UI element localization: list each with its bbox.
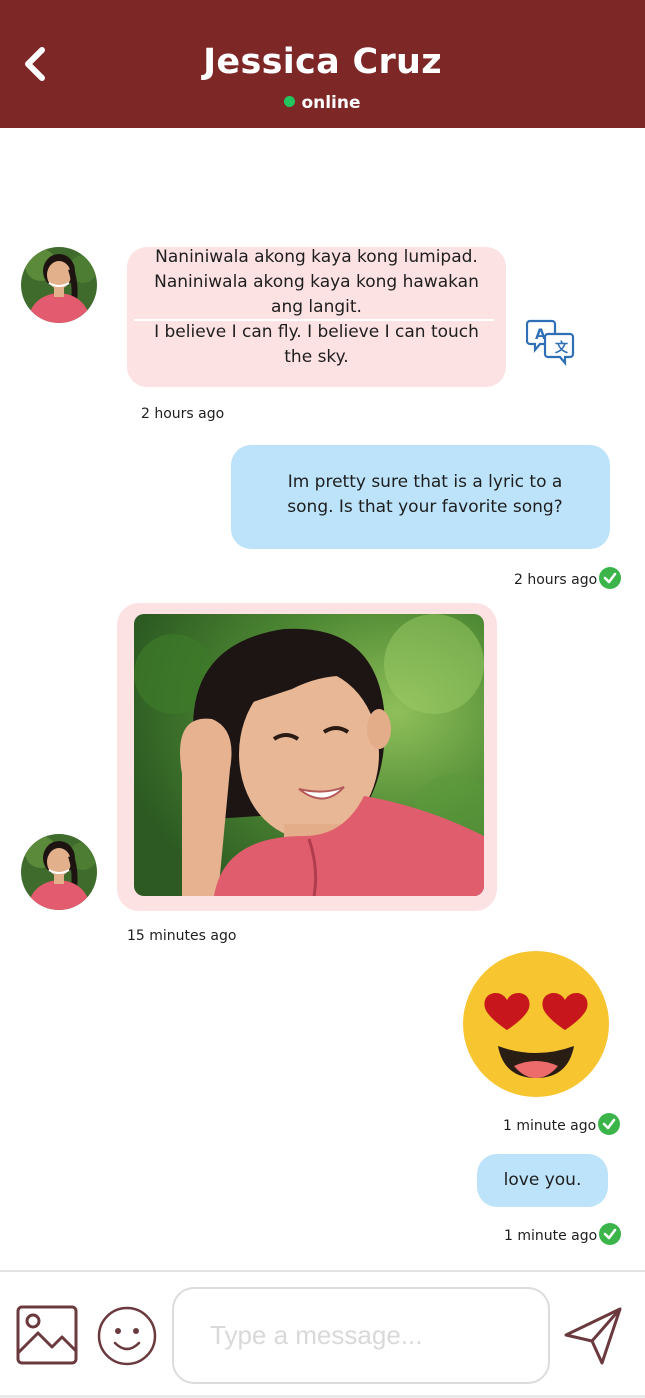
contact-avatar[interactable]	[21, 834, 97, 910]
emoji-button[interactable]	[97, 1306, 157, 1366]
send-button[interactable]	[562, 1305, 624, 1367]
send-icon	[564, 1307, 622, 1365]
outgoing-message-text: Im pretty sure that is a lyric to a song…	[287, 472, 563, 517]
online-dot-icon	[284, 96, 296, 107]
contact-avatar[interactable]	[21, 247, 97, 323]
outgoing-message-bubble[interactable]: Im pretty sure that is a lyric to a song…	[231, 445, 610, 549]
message-input[interactable]	[172, 1287, 550, 1384]
message-timestamp-row: 1 minute ago	[503, 1113, 621, 1135]
read-check-icon	[598, 1113, 621, 1135]
translate-icon: A 文	[525, 319, 575, 367]
message-timestamp: 2 hours ago	[514, 572, 598, 588]
attach-image-button[interactable]	[16, 1305, 78, 1367]
avatar-image	[21, 834, 97, 910]
heart-eyes-emoji-icon	[463, 951, 609, 1097]
contact-name[interactable]: Jessica Cruz	[0, 42, 645, 82]
message-timestamp: 2 hours ago	[141, 406, 225, 422]
shared-photo[interactable]	[134, 614, 484, 896]
message-composer	[0, 1270, 645, 1398]
chat-header: Jessica Cruz online	[0, 0, 645, 128]
translation-divider	[134, 319, 494, 321]
outgoing-emoji-message[interactable]	[462, 950, 610, 1098]
read-check-icon	[599, 567, 622, 589]
original-message-text: Naniniwala akong kaya kong lumipad. Nani…	[154, 247, 479, 317]
message-timestamp: 1 minute ago	[504, 1228, 598, 1244]
message-timestamp-row: 1 minute ago	[504, 1223, 622, 1245]
translate-button[interactable]: A 文	[525, 318, 576, 367]
status-label: online	[301, 93, 361, 113]
outgoing-message-bubble[interactable]: love you.	[477, 1154, 608, 1207]
message-timestamp: 1 minute ago	[503, 1118, 597, 1134]
translated-message-text: I believe I can fly. I believe I can tou…	[154, 322, 479, 367]
incoming-image-message[interactable]	[117, 603, 497, 911]
read-check-icon	[599, 1223, 622, 1245]
incoming-message-bubble[interactable]: Naniniwala akong kaya kong lumipad. Nani…	[127, 247, 506, 387]
message-timestamp: 15 minutes ago	[127, 928, 237, 944]
image-icon	[16, 1305, 78, 1365]
smiley-icon	[97, 1306, 157, 1366]
avatar-image	[21, 247, 97, 323]
svg-text:文: 文	[555, 340, 569, 356]
outgoing-message-text: love you.	[503, 1170, 582, 1190]
photo-image	[134, 614, 484, 896]
message-timestamp-row: 2 hours ago	[514, 567, 622, 589]
presence-status: online	[0, 93, 645, 113]
